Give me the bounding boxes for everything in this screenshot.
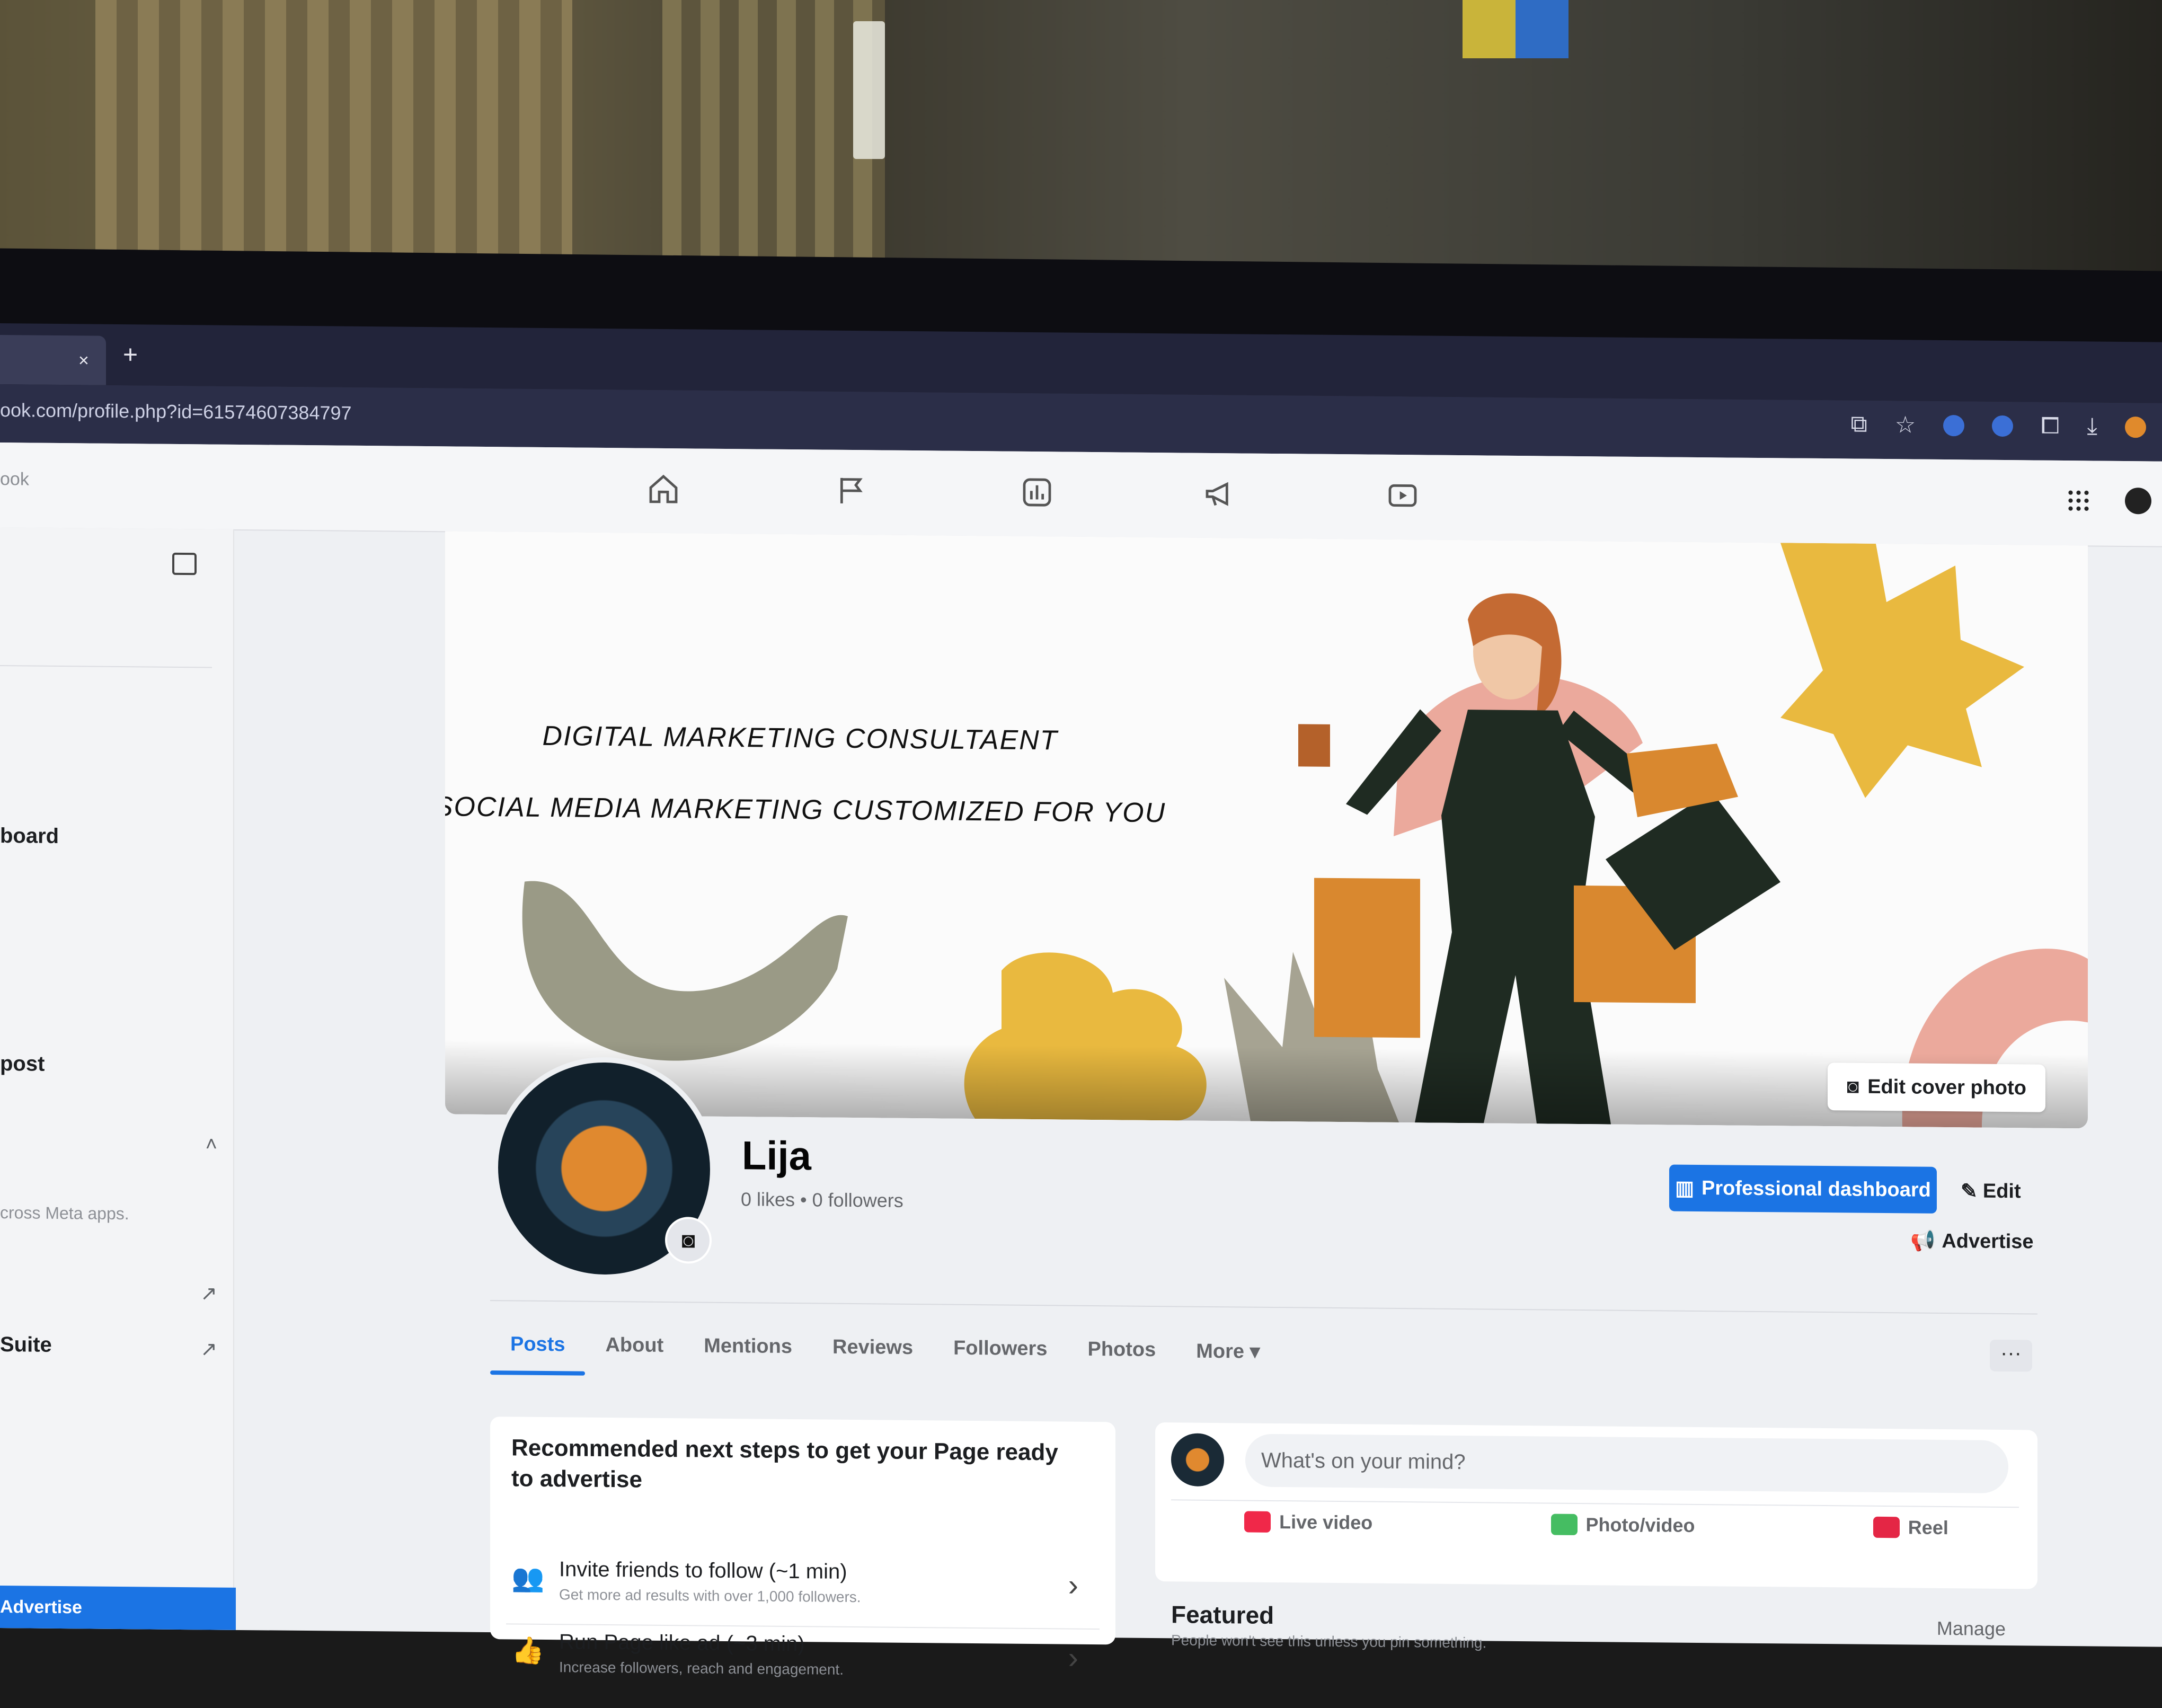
sidebar-item-dashboard[interactable]: board [0,824,59,848]
chevron-up-icon[interactable]: ˄ [206,1133,217,1156]
megaphone-icon: 📢 [1910,1229,1936,1252]
edit-page-button[interactable]: ✎ Edit [1961,1170,2021,1213]
sidebar-item-business-suite[interactable]: Suite [0,1333,52,1357]
recommended-steps-card: Recommended next steps to get your Page … [490,1417,1115,1699]
extension-icon[interactable] [1992,415,2014,437]
new-tab-button[interactable]: + [123,340,138,369]
chevron-right-icon: › [1068,1640,1078,1675]
featured-title: Featured [1171,1600,1274,1629]
bookmark-star-icon[interactable]: ☆ [1895,411,1916,438]
professional-dashboard-label: Professional dashboard [1702,1176,1931,1201]
tab-mentions[interactable]: Mentions [684,1323,812,1371]
composer-divider [1171,1499,2019,1508]
professional-dashboard-button[interactable]: ▥ Professional dashboard [1669,1164,1937,1214]
external-link-icon[interactable]: ↗ [200,1337,217,1361]
insights-icon[interactable] [1020,475,1054,510]
url-field[interactable]: ook.com/profile.php?id=61574607384797 [0,399,352,424]
extension-icon[interactable] [1943,415,1965,437]
page-tabs: Posts About Mentions Reviews Followers P… [490,1321,1280,1375]
chevron-right-icon: › [1068,1568,1078,1603]
photo-video-label: Photo/video [1585,1514,1695,1536]
featured-subtitle: People won't see this unless you pin som… [1171,1632,1487,1651]
edit-cover-photo-label: Edit cover photo [1867,1075,2026,1099]
page-stats: 0 likes • 0 followers [741,1188,903,1211]
live-video-button[interactable]: Live video [1244,1510,1372,1534]
tab-reviews[interactable]: Reviews [812,1324,933,1372]
edit-label: Edit [1982,1180,2021,1202]
collapse-sidebar-icon[interactable] [172,552,197,576]
step-label: Run Page like ad (~3 min) [559,1630,805,1656]
camera-icon[interactable]: ◙ [665,1216,712,1264]
brand-text: ook [0,469,29,490]
tab-about[interactable]: About [585,1322,684,1370]
browser-tab[interactable]: × [0,335,106,385]
top-navigation: ook [0,443,2162,547]
top-right-icons [2067,487,2151,515]
live-video-label: Live video [1279,1511,1373,1534]
whats-on-your-mind-input[interactable]: What's on your mind? [1245,1433,2008,1494]
megaphone-icon[interactable] [1203,477,1237,511]
advertise-button[interactable]: 📢 Advertise [1910,1222,2034,1260]
step-run-page-like-ad[interactable]: 👍 Run Page like ad (~3 min) Increase fol… [506,1623,1100,1699]
facebook-page: ook board post ˄ cross Meta apps. ↗ Suit… [0,443,2162,1699]
featured-section: Featured People won't see this unless yo… [1155,1600,2037,1661]
curtain-left [95,0,572,265]
tab-photos[interactable]: Photos [1067,1326,1176,1375]
photo-video-button[interactable]: Photo/video [1550,1514,1695,1537]
sidebar-divider [0,665,212,668]
photo-icon [1550,1514,1578,1535]
browser-toolbar-icons: ⧉ ☆ ⧠ ⤓ [1850,411,2146,440]
reel-label: Reel [1908,1516,1948,1539]
grid-menu-icon[interactable] [2067,489,2090,512]
advertise-label: Advertise [1942,1229,2034,1253]
window-light [853,21,885,159]
room-background [0,0,2162,276]
tab-posts[interactable]: Posts [490,1321,585,1369]
post-composer: What's on your mind? Live video Photo/vi… [1155,1422,2037,1589]
sidebar-advertise-button[interactable]: Advertise [0,1586,236,1630]
reel-button[interactable]: Reel [1873,1516,1948,1539]
tab-more[interactable]: More ▾ [1176,1327,1280,1375]
sidebar-meta-apps-text: cross Meta apps. [0,1203,129,1224]
pencil-icon: ✎ [1961,1180,1978,1203]
edit-cover-photo-button[interactable]: ◙ Edit cover photo [1828,1063,2045,1112]
camera-icon: ◙ [1847,1075,1859,1098]
step-label: Invite friends to follow (~1 min) [559,1557,847,1583]
home-icon[interactable] [646,472,680,507]
flag-icon[interactable] [835,474,869,508]
monitor-screen: × + ook.com/profile.php?id=6157460738479… [0,323,2162,1699]
thumbs-up-icon: 👍 [511,1635,545,1666]
left-sidebar: board post ˄ cross Meta apps. ↗ Suite ↗ … [0,527,236,1630]
messenger-icon[interactable] [2125,487,2151,515]
step-description: Increase followers, reach and engagement… [559,1659,844,1678]
step-description: Get more ad results with over 1,000 foll… [559,1586,861,1606]
download-icon[interactable]: ⤓ [2087,413,2097,440]
sidebar-item-create-post[interactable]: post [0,1052,45,1076]
close-tab-icon[interactable]: × [78,350,89,371]
external-link-icon[interactable]: ↗ [200,1281,217,1305]
live-video-icon [1244,1511,1271,1533]
tabs-divider [490,1300,2037,1315]
extensions-puzzle-icon[interactable]: ⧠ [2041,413,2059,440]
friends-icon: 👥 [511,1563,545,1593]
page-name: Lija [742,1133,811,1179]
recommended-steps-title: Recommended next steps to get your Page … [511,1435,1058,1493]
more-options-button[interactable]: ··· [1990,1339,2032,1372]
video-icon[interactable] [1386,479,1420,513]
install-app-icon[interactable]: ⧉ [1850,411,1867,438]
reel-icon [1873,1516,1900,1538]
curtain-right [662,0,885,265]
composer-actions: Live video Photo/video Reel [1155,1510,2037,1540]
cover-photo: DIGITAL MARKETING CONSULTAENT SOCIAL MED… [445,531,2088,1129]
avatar[interactable] [1171,1433,1224,1487]
profile-avatar-icon[interactable] [2125,416,2146,438]
manage-featured-link[interactable]: Manage [1937,1617,2006,1640]
insights-icon: ▥ [1675,1177,1694,1200]
step-invite-friends[interactable]: 👥 Invite friends to follow (~1 min) Get … [506,1552,1100,1626]
tab-followers[interactable]: Followers [933,1325,1067,1373]
wall-sign [1463,0,1569,58]
